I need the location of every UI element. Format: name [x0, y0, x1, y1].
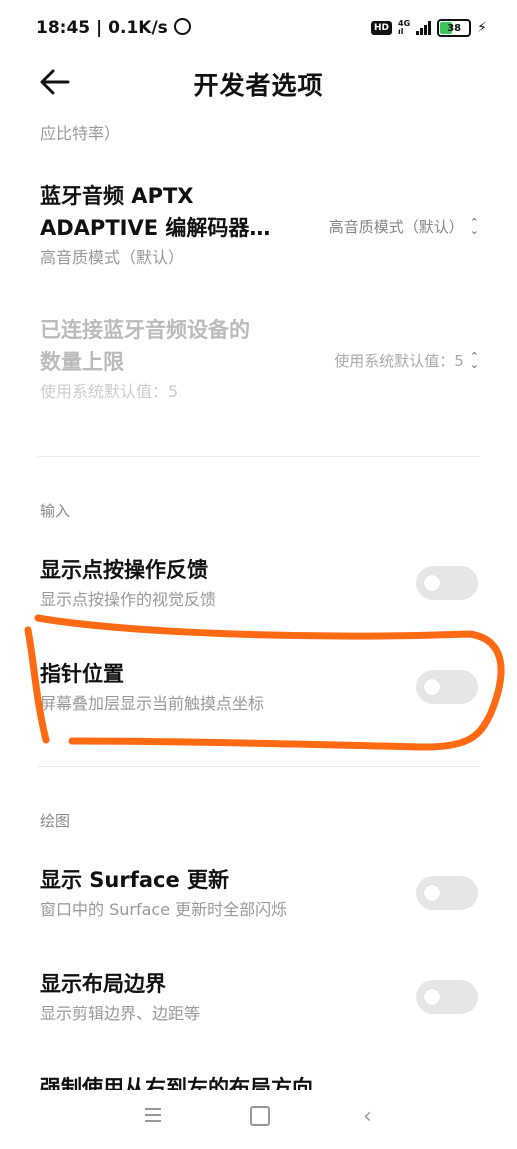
setting-layout-bounds[interactable]: 显示布局边界 显示剪辑边界、边距等 — [0, 968, 517, 1034]
surface-updates-toggle[interactable] — [416, 876, 478, 910]
setting-title: 显示布局边界 — [40, 972, 166, 996]
setting-surface-updates[interactable]: 显示 Surface 更新 窗口中的 Surface 更新时全部闪烁 — [0, 864, 517, 930]
alarm-icon — [173, 18, 191, 35]
setting-title-line: ADAPTIVE 编解码器… — [40, 216, 271, 240]
network-activity-label: ıl — [398, 27, 404, 36]
home-button[interactable] — [250, 1106, 270, 1126]
status-time: 18:45 | 0.1K/s — [36, 18, 191, 38]
setting-subtitle: 窗口中的 Surface 更新时全部闪烁 — [40, 900, 288, 919]
setting-aptx-codec[interactable]: 蓝牙音频 APTX ADAPTIVE 编解码器… 高音质模式（默认） 高音质模式… — [0, 180, 517, 284]
setting-subtitle: 屏幕叠加层显示当前触摸点坐标 — [40, 694, 265, 713]
setting-value-dropdown[interactable]: 使用系统默认值：5 ⌃ ⌄ — [334, 350, 479, 371]
setting-pointer-location[interactable]: 指针位置 屏幕叠加层显示当前触摸点坐标 — [0, 658, 517, 724]
setting-value: 使用系统默认值：5 — [334, 352, 464, 370]
setting-title-line: 蓝牙音频 APTX — [40, 184, 194, 208]
setting-subtitle: 显示点按操作的视觉反馈 — [40, 590, 217, 609]
up-down-icon: ⌃ ⌄ — [469, 215, 479, 237]
setting-title: 蓝牙音频 APTX ADAPTIVE 编解码器… — [40, 180, 270, 244]
section-header-drawing: 绘图 — [40, 812, 71, 830]
setting-title: 显示点按操作反馈 — [40, 558, 208, 582]
nav-back-button[interactable]: ‹ — [363, 1104, 372, 1129]
battery-icon: 38 — [437, 19, 472, 37]
setting-value: 高音质模式（默认） — [328, 218, 464, 236]
setting-subtitle: 显示剪辑边界、边距等 — [40, 1004, 201, 1023]
layout-bounds-toggle[interactable] — [416, 980, 478, 1014]
setting-subtitle: 高音质模式（默认） — [40, 248, 185, 267]
truncated-subtitle: 应比特率） — [40, 124, 121, 143]
setting-title-line: 已连接蓝牙音频设备的 — [40, 318, 250, 342]
status-icons: HD 4G ıl 38 ⚡ — [371, 19, 487, 37]
charging-icon: ⚡ — [477, 20, 487, 36]
setting-value-dropdown[interactable]: 高音质模式（默认） ⌃ ⌄ — [329, 216, 479, 237]
setting-title: 已连接蓝牙音频设备的 数量上限 — [40, 314, 250, 378]
time-speed-text: 18:45 | 0.1K/s — [36, 18, 168, 38]
page-title: 开发者选项 — [193, 71, 324, 100]
app-bar: 开发者选项 — [0, 56, 517, 108]
setting-title-line: 数量上限 — [40, 350, 124, 374]
divider — [38, 456, 479, 457]
status-bar: 18:45 | 0.1K/s HD 4G ıl 38 ⚡ — [0, 0, 517, 56]
signal-icon — [416, 21, 432, 35]
pointer-location-toggle[interactable] — [416, 670, 478, 704]
setting-show-taps[interactable]: 显示点按操作反馈 显示点按操作的视觉反馈 — [0, 554, 517, 620]
setting-bt-device-limit[interactable]: 已连接蓝牙音频设备的 数量上限 使用系统默认值：5 使用系统默认值：5 ⌃ ⌄ — [0, 314, 517, 418]
setting-subtitle: 使用系统默认值：5 — [40, 382, 179, 401]
divider — [38, 766, 479, 767]
hd-icon: HD — [371, 21, 393, 35]
recent-apps-button[interactable] — [145, 1108, 161, 1122]
section-header-input: 输入 — [40, 502, 71, 520]
show-taps-toggle[interactable] — [416, 566, 478, 600]
up-down-icon: ⌃ ⌄ — [469, 349, 479, 371]
navigation-bar: ‹ — [0, 1094, 517, 1144]
setting-title: 指针位置 — [40, 662, 124, 686]
battery-level: 38 — [447, 22, 462, 34]
setting-title: 显示 Surface 更新 — [40, 868, 230, 892]
network-type-icon: 4G ıl — [398, 20, 410, 36]
